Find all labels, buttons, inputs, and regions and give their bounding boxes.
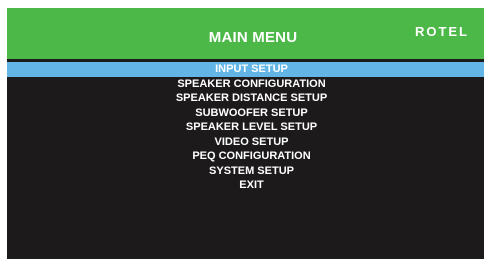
menu-item-speaker-distance-setup[interactable]: SPEAKER DISTANCE SETUP xyxy=(7,91,484,106)
osd-screen: MAIN MENU ROTEL INPUT SETUP SPEAKER CONF… xyxy=(7,8,484,259)
brand-logo: ROTEL xyxy=(414,24,469,39)
menu-item-input-setup[interactable]: INPUT SETUP xyxy=(7,62,484,77)
menu-item-speaker-configuration[interactable]: SPEAKER CONFIGURATION xyxy=(7,77,484,92)
menu-header: MAIN MENU ROTEL xyxy=(7,8,484,59)
menu-item-peq-configuration[interactable]: PEQ CONFIGURATION xyxy=(7,149,484,164)
main-menu-list: INPUT SETUP SPEAKER CONFIGURATION SPEAKE… xyxy=(7,62,484,193)
menu-item-video-setup[interactable]: VIDEO SETUP xyxy=(7,135,484,150)
menu-item-system-setup[interactable]: SYSTEM SETUP xyxy=(7,164,484,179)
menu-item-subwoofer-setup[interactable]: SUBWOOFER SETUP xyxy=(7,106,484,121)
page-title: MAIN MENU xyxy=(208,29,298,46)
menu-item-exit[interactable]: EXIT xyxy=(7,178,484,193)
menu-item-speaker-level-setup[interactable]: SPEAKER LEVEL SETUP xyxy=(7,120,484,135)
